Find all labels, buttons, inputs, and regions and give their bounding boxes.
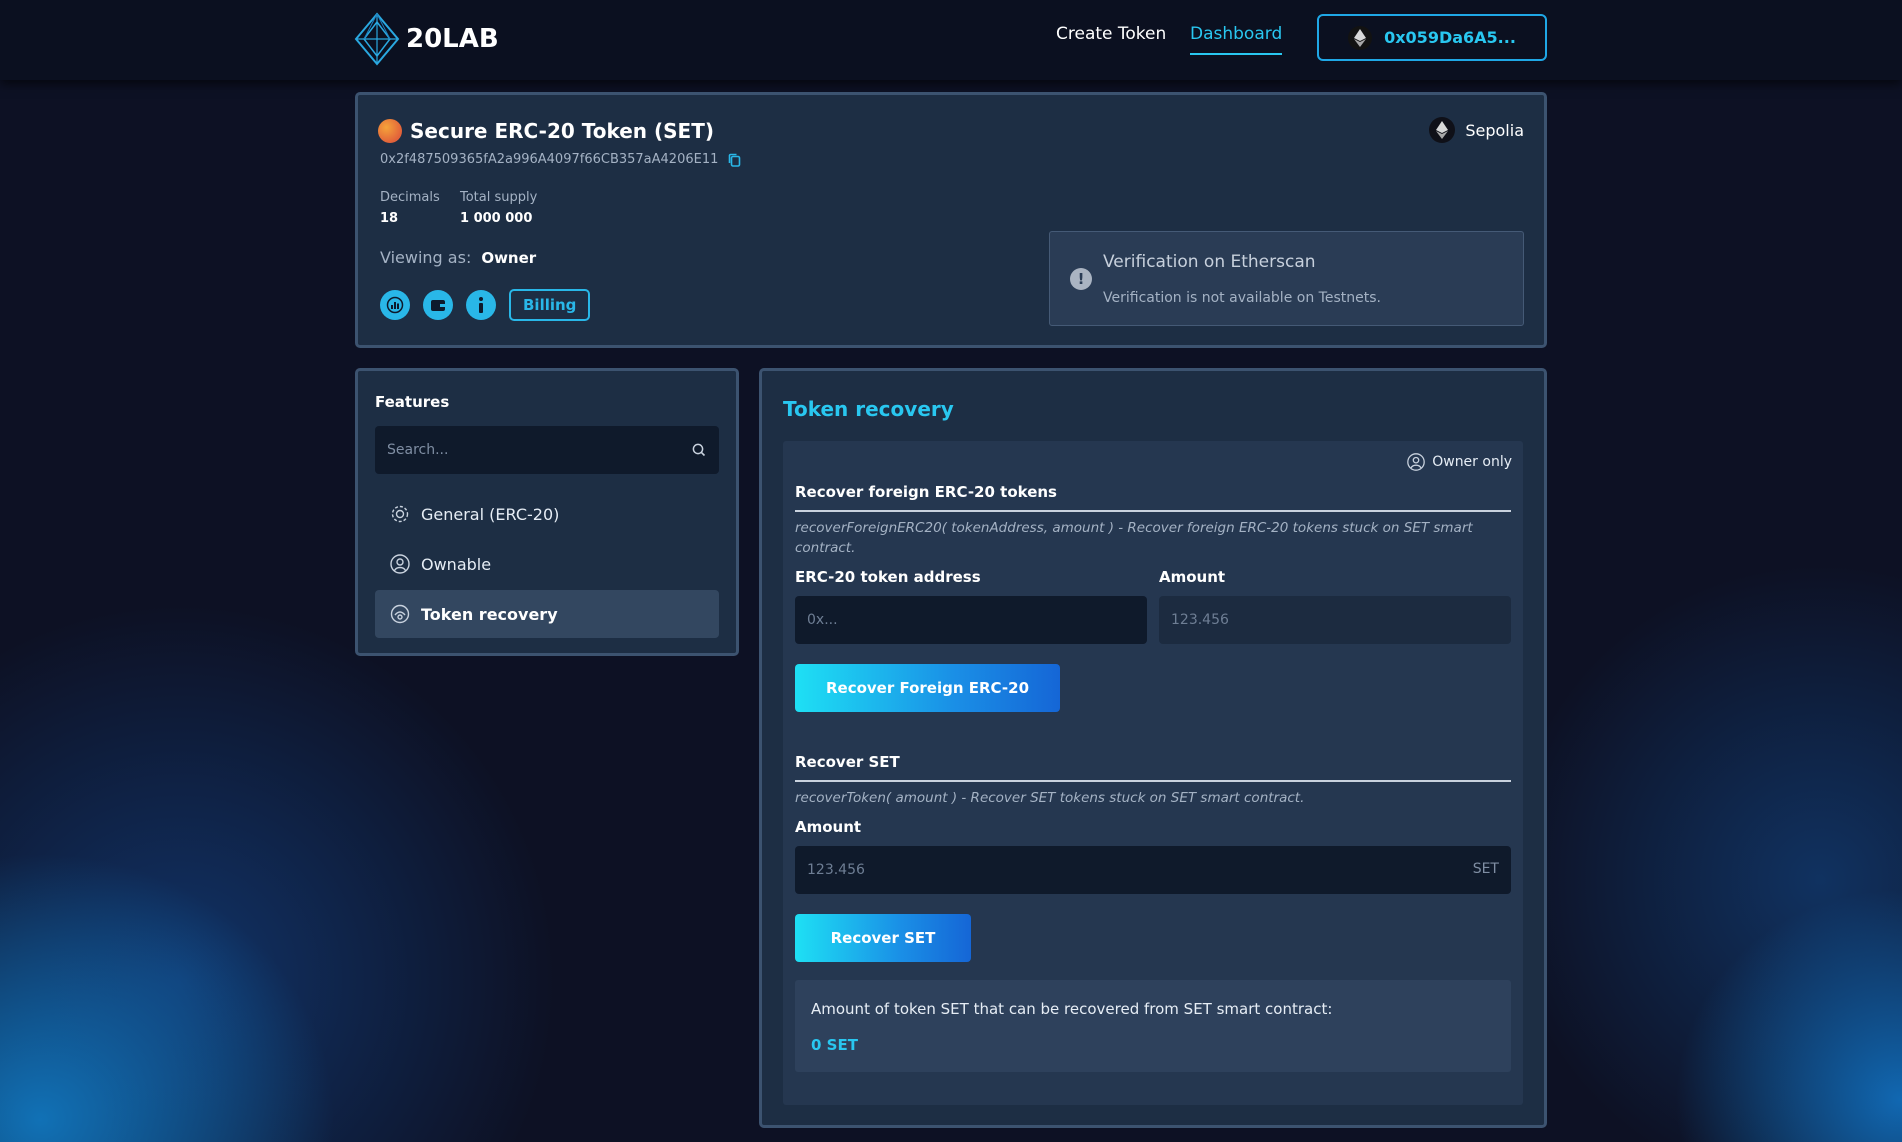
token-overview-panel: Secure ERC-20 Token (SET) 0x2f487509365f… [355, 92, 1547, 348]
feature-label: General (ERC-20) [421, 504, 560, 524]
copy-icon[interactable] [728, 153, 741, 167]
network-indicator: Sepolia [1429, 117, 1524, 143]
token-actions: Billing [380, 289, 591, 321]
wallet-address: 0x059Da6A5... [1384, 28, 1516, 47]
decimals-label: Decimals [380, 190, 440, 205]
token-recovery-panel: Token recovery Owner only Recover foreig… [759, 368, 1547, 1128]
viewing-role: Owner [481, 249, 537, 267]
own-divider [795, 780, 1511, 782]
token-name: Secure ERC-20 Token (SET) [410, 119, 714, 143]
chart-icon[interactable] [380, 290, 410, 320]
foreign-amount-input[interactable] [1171, 596, 1453, 644]
supply-block: Total supply 1 000 000 [460, 190, 537, 226]
recovery-icon [390, 604, 410, 624]
foreign-section-title: Recover foreign ERC-20 tokens [795, 483, 1057, 501]
recovery-title: Token recovery [783, 397, 954, 421]
feature-label: Token recovery [421, 604, 558, 624]
recover-foreign-button[interactable]: Recover Foreign ERC-20 [795, 664, 1060, 712]
own-amount-label: Amount [795, 818, 862, 836]
recoverable-text: Amount of token SET that can be recovere… [811, 1000, 1333, 1018]
user-icon [390, 554, 410, 574]
foreign-amount-label: Amount [1159, 568, 1226, 586]
verification-notice: ! Verification on Etherscan Verification… [1049, 231, 1524, 326]
viewing-label: Viewing as: [380, 248, 472, 267]
feature-item-ownable[interactable]: Ownable [375, 540, 719, 588]
gear-icon [391, 505, 409, 523]
own-amount-field: SET [795, 846, 1511, 894]
amount-suffix: SET [1472, 861, 1499, 877]
ethereum-icon [1348, 25, 1373, 50]
owner-only-label: Owner only [1432, 454, 1512, 470]
recover-token-button[interactable]: Recover SET [795, 914, 971, 962]
search-icon[interactable] [691, 442, 707, 458]
feature-item-general[interactable]: General (ERC-20) [375, 490, 719, 538]
verification-text: Verification is not available on Testnet… [1103, 290, 1381, 306]
user-icon [1407, 453, 1426, 471]
logo-text: 20LAB [406, 24, 499, 54]
token-address-row: 0x2f487509365fA2a996A4097f66CB357aA4206E… [380, 152, 741, 167]
feature-search [375, 426, 719, 474]
verification-title: Verification on Etherscan [1103, 252, 1316, 272]
foreign-address-input[interactable] [807, 596, 1089, 644]
feature-item-token-recovery[interactable]: Token recovery [375, 590, 719, 638]
recoverable-info: Amount of token SET that can be recovere… [795, 980, 1511, 1072]
owner-only-badge: Owner only [1406, 452, 1512, 472]
wallet-icon[interactable] [423, 290, 453, 320]
features-title: Features [375, 393, 450, 411]
own-function-desc: recoverToken( amount ) - Recover SET tok… [795, 790, 1305, 806]
foreign-divider [795, 510, 1511, 512]
nav-create-token[interactable]: Create Token [1056, 24, 1166, 44]
decimals-value: 18 [380, 211, 399, 226]
logo[interactable]: 20LAB [354, 12, 499, 66]
decimals-block: Decimals 18 [380, 190, 440, 226]
diamond-logo-icon [354, 12, 400, 66]
wallet-button[interactable]: 0x059Da6A5... [1317, 14, 1547, 61]
top-bar: 20LAB Create Token Dashboard 0x059Da6A5.… [0, 0, 1902, 80]
feature-label: Ownable [421, 554, 492, 574]
token-address: 0x2f487509365fA2a996A4097f66CB357aA4206E… [380, 152, 719, 167]
supply-value: 1 000 000 [460, 211, 533, 226]
foreign-function-desc: recoverForeignERC20( tokenAddress, amoun… [795, 520, 1473, 556]
info-icon[interactable] [466, 290, 496, 320]
recoverable-amount: 0 SET [811, 1036, 858, 1054]
token-title: Secure ERC-20 Token (SET) [378, 119, 714, 143]
exclamation-icon: ! [1070, 268, 1092, 290]
nav-dashboard[interactable]: Dashboard [1190, 24, 1283, 55]
billing-button[interactable]: Billing [509, 289, 591, 321]
foreign-amount-field [1159, 596, 1511, 644]
recovery-content: Owner only Recover foreign ERC-20 tokens… [783, 441, 1523, 1105]
token-avatar [378, 119, 402, 143]
feature-search-input[interactable] [387, 426, 677, 474]
foreign-address-field [795, 596, 1147, 644]
own-section-title: Recover SET [795, 753, 900, 771]
network-name: Sepolia [1465, 120, 1524, 140]
features-panel: Features General (ERC-20) Ownable Token … [355, 368, 739, 656]
own-amount-input[interactable] [807, 846, 1453, 894]
ethereum-icon [1429, 117, 1456, 143]
foreign-address-label: ERC-20 token address [795, 568, 981, 586]
supply-label: Total supply [460, 190, 538, 205]
viewing-as: Viewing as: Owner [380, 248, 536, 267]
